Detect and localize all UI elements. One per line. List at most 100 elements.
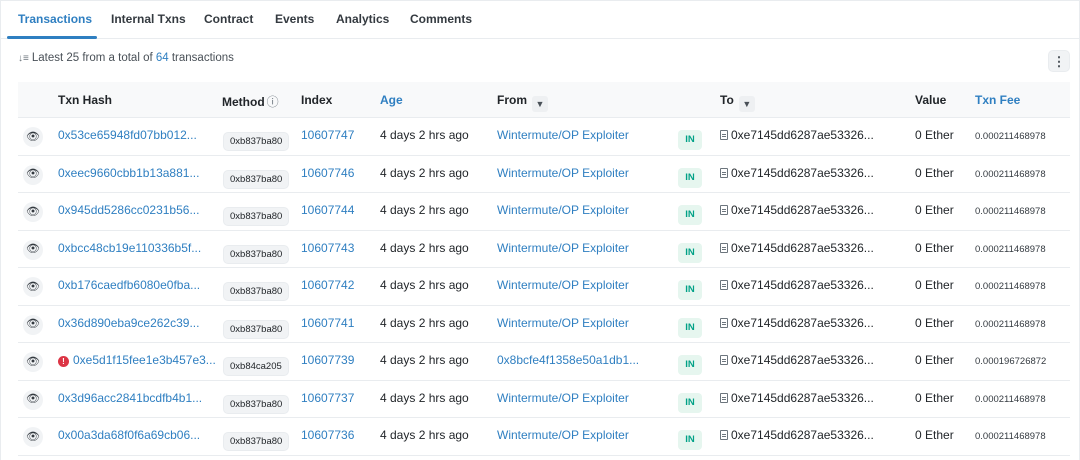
table-row: 👁︎! 0xe5d1f15fee1e3b457e3... 0xb84ca205 106… <box>18 343 1070 381</box>
index-link[interactable]: 10607744 <box>301 203 354 217</box>
eye-icon[interactable]: 👁︎ <box>23 127 43 147</box>
to-address-link[interactable]: 0xe7145dd6287ae53326... <box>720 278 874 292</box>
index-link[interactable]: 10607737 <box>301 391 354 405</box>
age-text: 4 days 2 hrs ago <box>380 240 469 255</box>
column-age[interactable]: Age <box>380 93 403 107</box>
index-link[interactable]: 10607741 <box>301 316 354 330</box>
method-badge: 0xb837ba80 <box>223 244 290 264</box>
txn-hash-link[interactable]: 0xb176caedfb6080e0fba... <box>58 278 200 292</box>
from-address-link[interactable]: Wintermute/OP Exploiter <box>497 391 629 405</box>
filter-icon[interactable]: ▼ <box>738 96 755 112</box>
from-address-link[interactable]: Wintermute/OP Exploiter <box>497 241 629 255</box>
column-txn-hash: Txn Hash <box>58 93 113 107</box>
to-address-link[interactable]: 0xe7145dd6287ae53326... <box>720 166 874 180</box>
eye-icon-glyph: 👁︎ <box>26 168 40 180</box>
to-address-text: 0xe7145dd6287ae53326... <box>731 315 874 330</box>
eye-icon[interactable]: 👁︎ <box>23 389 43 410</box>
value-text: 0 Ether <box>915 353 954 367</box>
value-text: 0 Ether <box>915 278 954 292</box>
eye-icon[interactable]: 👁︎ <box>23 352 43 372</box>
direction-badge: IN <box>678 430 702 450</box>
age-text: 4 days 2 hrs ago <box>380 165 469 180</box>
txn-hash-link[interactable]: 0x00a3da68f0f6a69cb06... <box>58 428 200 442</box>
txn-fee-text: 0.000211468978 <box>975 243 1046 255</box>
eye-icon[interactable]: 👁︎ <box>23 277 43 297</box>
to-address-link[interactable]: 0xe7145dd6287ae53326... <box>720 391 874 405</box>
contract-icon <box>720 205 728 215</box>
tab-internal-txns[interactable]: Internal Txns <box>111 12 186 26</box>
value-text: 0 Ether <box>915 240 954 255</box>
txn-hash-text: 0x53ce65948fd07bb012... <box>58 128 197 142</box>
sort-descending-icon[interactable]: ↓≡ <box>18 53 29 64</box>
table-row: 👁︎ 0xb176caedfb6080e0fba... 0xb837ba80 1060… <box>18 268 1070 306</box>
age-text: 4 days 2 hrs ago <box>380 128 469 142</box>
txn-hash-link[interactable]: 0x53ce65948fd07bb012... <box>58 128 197 142</box>
eye-icon[interactable]: 👁︎ <box>23 164 43 185</box>
direction-badge: IN <box>678 280 702 300</box>
to-address-link[interactable]: 0xe7145dd6287ae53326... <box>720 203 874 217</box>
txn-hash-link[interactable]: 0x36d890eba9ce262c39... <box>58 316 199 330</box>
txn-fee-text: 0.000211468978 <box>975 431 1046 442</box>
eye-icon[interactable]: 👁︎ <box>23 314 43 335</box>
from-address-link[interactable]: Wintermute/OP Exploiter <box>497 278 629 292</box>
contract-icon <box>720 280 728 290</box>
txn-fee-text: 0.000211468978 <box>975 168 1046 180</box>
contract-icon <box>720 392 728 403</box>
method-badge: 0xb837ba80 <box>223 207 290 226</box>
from-address-link[interactable]: Wintermute/OP Exploiter <box>497 316 629 330</box>
column-method-label: Method <box>222 95 265 109</box>
eye-icon-glyph: 👁︎ <box>26 393 40 405</box>
txn-hash-text: 0x00a3da68f0f6a69cb06... <box>58 428 201 442</box>
from-address-link[interactable]: Wintermute/OP Exploiter <box>497 166 629 180</box>
direction-badge: IN <box>678 242 702 263</box>
column-txn-fee[interactable]: Txn Fee <box>975 93 1020 107</box>
from-address-link[interactable]: Wintermute/OP Exploiter <box>497 203 629 217</box>
txn-hash-link[interactable]: ! 0xe5d1f15fee1e3b457e3... <box>58 353 216 367</box>
method-badge: 0xb837ba80 <box>223 432 290 451</box>
direction-badge: IN <box>678 317 702 338</box>
index-link[interactable]: 10607746 <box>301 166 354 180</box>
index-link[interactable]: 10607736 <box>301 428 354 442</box>
from-address-link[interactable]: Wintermute/OP Exploiter <box>497 128 629 142</box>
tab-comments[interactable]: Comments <box>410 12 472 26</box>
to-address-link[interactable]: 0xe7145dd6287ae53326... <box>720 428 874 442</box>
column-method: Method ⓘ <box>222 93 279 110</box>
tab-analytics[interactable]: Analytics <box>336 12 389 26</box>
table-row: 👁︎ 0x3d96acc2841bcdfb4b1... 0xb837ba80 1060… <box>18 381 1070 418</box>
tab-events[interactable]: Events <box>275 12 314 26</box>
tab-contract[interactable]: Contract <box>204 12 253 26</box>
txn-hash-text: 0xb176caedfb6080e0fba... <box>58 278 201 292</box>
tab-transactions[interactable]: Transactions <box>18 12 92 26</box>
eye-icon[interactable]: 👁︎ <box>23 239 43 260</box>
eye-icon[interactable]: 👁︎ <box>23 202 43 222</box>
index-link[interactable]: 10607742 <box>301 278 354 292</box>
txn-hash-link[interactable]: 0xbcc48cb19e110336b5f... <box>58 241 201 255</box>
eye-icon-glyph: 👁︎ <box>26 280 40 293</box>
from-address-link[interactable]: 0x8bcfe4f1358e50a1db1... <box>497 353 639 367</box>
from-address-link[interactable]: Wintermute/OP Exploiter <box>497 428 629 442</box>
to-address-link[interactable]: 0xe7145dd6287ae53326... <box>720 316 874 330</box>
to-address-link[interactable]: 0xe7145dd6287ae53326... <box>720 241 874 255</box>
to-address-link[interactable]: 0xe7145dd6287ae53326... <box>720 128 874 142</box>
txn-hash-link[interactable]: 0xeec9660cbb1b13a881... <box>58 166 199 180</box>
table-row: 👁︎ 0xbcc48cb19e110336b5f... 0xb837ba80 1060… <box>18 231 1070 268</box>
txn-hash-link[interactable]: 0x3d96acc2841bcdfb4b1... <box>58 391 202 405</box>
to-address-link[interactable]: 0xe7145dd6287ae53326... <box>720 353 874 367</box>
contract-icon <box>720 130 728 140</box>
index-link[interactable]: 10607747 <box>301 128 354 142</box>
info-icon[interactable]: ⓘ <box>267 95 279 109</box>
more-options-button[interactable]: ⋮ <box>1048 50 1070 72</box>
vertical-dots-icon: ⋮ <box>1052 53 1066 69</box>
txn-hash-link[interactable]: 0x945dd5286cc0231b56... <box>58 203 199 217</box>
txn-hash-text: 0x36d890eba9ce262c39... <box>58 315 200 330</box>
index-link[interactable]: 10607743 <box>301 241 354 255</box>
table-row: 👁︎ 0x53ce65948fd07bb012... 0xb837ba80 10607… <box>18 118 1070 156</box>
index-link[interactable]: 10607739 <box>301 353 354 367</box>
txn-fee-text: 0.000211468978 <box>975 281 1046 292</box>
filter-icon[interactable]: ▼ <box>532 96 548 112</box>
eye-icon[interactable]: 👁︎ <box>23 427 43 447</box>
summary-count: 64 <box>155 52 169 64</box>
value-text: 0 Ether <box>915 165 954 180</box>
age-text: 4 days 2 hrs ago <box>380 353 469 367</box>
column-to: To ▼ <box>720 93 755 112</box>
